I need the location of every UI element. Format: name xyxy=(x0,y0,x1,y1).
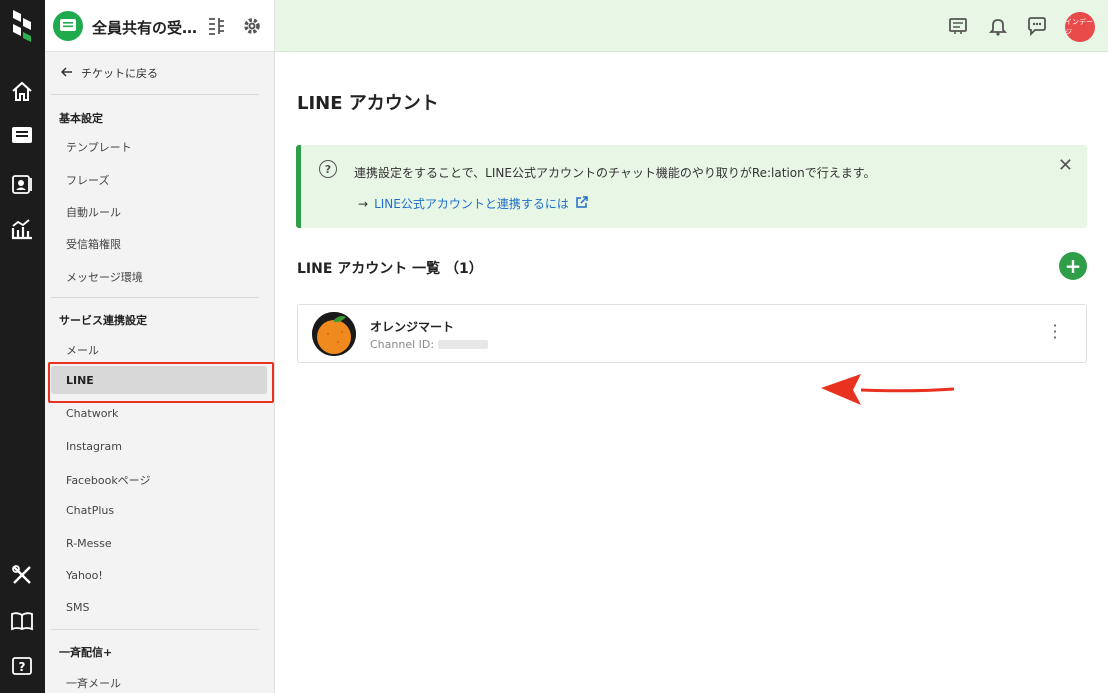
channel-id-label: Channel ID: xyxy=(370,338,435,351)
account-name: オレンジマート xyxy=(370,320,455,334)
sidebar-item-instagram[interactable]: Instagram xyxy=(66,440,122,453)
sidebar-item-facebook-page[interactable]: Facebookページ xyxy=(66,472,150,488)
channel-id: Channel ID: xyxy=(370,338,489,351)
inbox-list-icon[interactable] xyxy=(205,15,227,37)
sidebar-item-chatplus[interactable]: ChatPlus xyxy=(66,504,114,517)
page-title: LINE アカウント xyxy=(297,93,439,114)
sidebar-item-sms[interactable]: SMS xyxy=(66,601,89,614)
redacted-channel-id xyxy=(438,340,489,349)
sidebar-item-chatwork[interactable]: Chatwork xyxy=(66,407,118,420)
add-account-button[interactable]: + xyxy=(1059,252,1087,280)
help-link-label: LINE公式アカウントと連携するには xyxy=(374,197,569,211)
annotation-arrow-icon xyxy=(821,374,955,405)
sidebar-item-broadcast-mail[interactable]: 一斉メール xyxy=(66,675,121,691)
account-row[interactable]: オレンジマート Channel ID: · · · xyxy=(297,304,1087,363)
inbox-title[interactable]: 全員共有の受… xyxy=(92,17,197,38)
divider xyxy=(51,297,259,298)
analytics-icon[interactable] xyxy=(8,215,36,243)
main-content: LINE アカウント ? 連携設定をすることで、LINE公式アカウントのチャット… xyxy=(276,53,1108,693)
inbox-settings-gear-icon[interactable] xyxy=(241,15,263,37)
close-notice-icon[interactable]: ✕ xyxy=(1058,155,1073,176)
sidebar-item-yahoo[interactable]: Yahoo! xyxy=(66,569,103,582)
sidebar-item-phrase[interactable]: フレーズ xyxy=(66,172,109,188)
divider xyxy=(51,629,259,630)
sidebar-item-template[interactable]: テンプレート xyxy=(66,139,132,155)
notification-bell-icon[interactable] xyxy=(987,15,1009,37)
inbox-header: 全員共有の受… xyxy=(45,0,275,52)
orange-avatar xyxy=(312,312,356,356)
inbox-icon[interactable] xyxy=(53,11,83,41)
divider xyxy=(51,94,259,95)
back-to-tickets-link[interactable]: チケットに戻る xyxy=(60,65,158,81)
app-logo-icon[interactable] xyxy=(9,8,35,44)
global-header: インデージ xyxy=(275,0,1108,52)
settings-sidebar: チケットに戻る 基本設定 テンプレート フレーズ 自動ルール 受信箱権限 メッセ… xyxy=(45,52,275,693)
more-options-icon[interactable]: · · · xyxy=(1052,318,1058,346)
announcement-icon[interactable] xyxy=(947,15,969,37)
section-broadcast: 一斉配信+ xyxy=(59,646,113,659)
arrow-right-icon: → xyxy=(358,196,369,211)
account-list-title: LINE アカウント 一覧 （1） xyxy=(297,261,483,277)
highlight-box xyxy=(48,362,274,403)
sidebar-item-r-messe[interactable]: R-Messe xyxy=(66,537,112,550)
home-icon[interactable] xyxy=(8,77,36,105)
sidebar-item-mail[interactable]: メール xyxy=(66,342,99,358)
guide-book-icon[interactable] xyxy=(8,607,36,635)
tools-icon[interactable] xyxy=(8,561,36,589)
chat-icon[interactable] xyxy=(1026,15,1048,37)
icon-rail: ? xyxy=(0,0,45,693)
info-notice: ? 連携設定をすることで、LINE公式アカウントのチャット機能のやり取りがRe:… xyxy=(296,145,1087,228)
section-service-integration: サービス連携設定 xyxy=(59,314,147,327)
contacts-icon[interactable] xyxy=(8,170,36,198)
arrow-left-icon xyxy=(60,66,73,80)
external-link-icon xyxy=(575,195,588,212)
line-integration-help-link[interactable]: → LINE公式アカウントと連携するには xyxy=(358,195,588,212)
section-basic-settings: 基本設定 xyxy=(59,112,103,125)
help-icon[interactable]: ? xyxy=(8,653,36,681)
ticket-icon[interactable] xyxy=(8,122,36,150)
back-label: チケットに戻る xyxy=(81,67,158,80)
user-avatar[interactable]: インデージ xyxy=(1065,12,1095,42)
notice-message: 連携設定をすることで、LINE公式アカウントのチャット機能のやり取りがRe:la… xyxy=(354,166,876,180)
svg-text:?: ? xyxy=(19,660,26,674)
sidebar-item-inbox-permission[interactable]: 受信箱権限 xyxy=(66,236,121,252)
sidebar-item-message-environment[interactable]: メッセージ環境 xyxy=(66,269,143,285)
question-circle-icon: ? xyxy=(319,160,337,178)
sidebar-item-auto-rule[interactable]: 自動ルール xyxy=(66,204,121,220)
